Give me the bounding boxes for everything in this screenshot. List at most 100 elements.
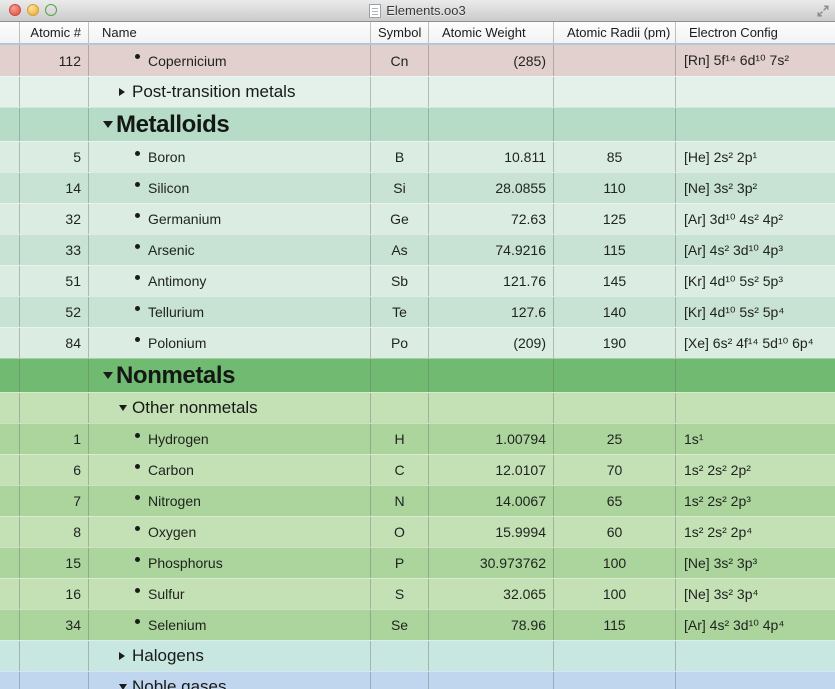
row-selenium[interactable]: 34SeleniumSe78.96115[Ar] 4s² 3d¹⁰ 4p⁴	[0, 609, 835, 640]
symbol-cell: Se	[371, 610, 429, 640]
atomic-number-cell: 16	[20, 579, 89, 609]
electron-config-cell: [Kr] 4d¹⁰ 5s² 5p³	[676, 266, 835, 296]
row-carbon[interactable]: 6CarbonC12.0107701s² 2s² 2p²	[0, 454, 835, 485]
row-sulfur[interactable]: 16SulfurS32.065100[Ne] 3s² 3p⁴	[0, 578, 835, 609]
atomic-radius-cell: 145	[554, 266, 676, 296]
atomic-number-cell	[20, 393, 89, 423]
atomic-weight-cell: 74.9216	[429, 235, 554, 265]
atomic-radius-cell: 190	[554, 328, 676, 358]
disclosure-expanded-icon[interactable]	[103, 121, 116, 128]
column-header-atomic-number[interactable]: Atomic #	[20, 22, 89, 43]
name-cell: Hydrogen	[89, 424, 371, 454]
disclosure-collapsed-icon[interactable]	[119, 88, 132, 96]
atomic-weight-cell: 12.0107	[429, 455, 554, 485]
row-gutter	[0, 108, 20, 141]
atomic-radius-cell: 125	[554, 204, 676, 234]
item-bullet-icon[interactable]	[135, 592, 148, 597]
disclosure-collapsed-icon[interactable]	[119, 652, 132, 660]
item-bullet-icon[interactable]	[135, 341, 148, 346]
disclosure-expanded-icon[interactable]	[119, 405, 132, 411]
row-post-transition-metals[interactable]: Post-transition metals	[0, 76, 835, 107]
row-label: Antimony	[148, 273, 206, 289]
column-header-atomic-weight[interactable]: Atomic Weight	[429, 22, 554, 43]
item-bullet-icon[interactable]	[135, 468, 148, 473]
item-bullet-icon[interactable]	[135, 155, 148, 160]
name-cell: Halogens	[89, 641, 371, 671]
electron-config-cell	[676, 108, 835, 141]
item-bullet-icon[interactable]	[135, 248, 148, 253]
disclosure-expanded-icon[interactable]	[103, 372, 116, 379]
row-germanium[interactable]: 32GermaniumGe72.63125[Ar] 3d¹⁰ 4s² 4p²	[0, 203, 835, 234]
window-title: Elements.oo3	[386, 3, 466, 18]
row-nonmetals[interactable]: Nonmetals	[0, 358, 835, 392]
row-label: Halogens	[132, 646, 204, 666]
name-cell: Nitrogen	[89, 486, 371, 516]
atomic-number-cell: 34	[20, 610, 89, 640]
row-boron[interactable]: 5BoronB10.81185[He] 2s² 2p¹	[0, 141, 835, 172]
item-bullet-icon[interactable]	[135, 623, 148, 628]
item-bullet-icon[interactable]	[135, 561, 148, 566]
atomic-radius-cell: 110	[554, 173, 676, 203]
symbol-cell	[371, 108, 429, 141]
name-cell: Sulfur	[89, 579, 371, 609]
row-label: Selenium	[148, 617, 206, 633]
column-header-electron-config[interactable]: Electron Config	[676, 22, 835, 43]
item-bullet-icon[interactable]	[135, 310, 148, 315]
row-phosphorus[interactable]: 15PhosphorusP30.973762100[Ne] 3s² 3p³	[0, 547, 835, 578]
name-cell: Boron	[89, 142, 371, 172]
atomic-number-cell	[20, 77, 89, 107]
atomic-radius-cell: 100	[554, 579, 676, 609]
item-bullet-icon[interactable]	[135, 279, 148, 284]
item-bullet-icon[interactable]	[135, 217, 148, 222]
name-cell: Oxygen	[89, 517, 371, 547]
row-gutter	[0, 142, 20, 172]
row-noble-gases[interactable]: Noble gases	[0, 671, 835, 689]
close-button[interactable]	[9, 4, 21, 16]
row-oxygen[interactable]: 8OxygenO15.9994601s² 2s² 2p⁴	[0, 516, 835, 547]
disclosure-expanded-icon[interactable]	[119, 684, 132, 689]
minimize-button[interactable]	[27, 4, 39, 16]
row-label: Oxygen	[148, 524, 196, 540]
row-label: Tellurium	[148, 304, 204, 320]
atomic-weight-cell: 15.9994	[429, 517, 554, 547]
atomic-weight-cell: 72.63	[429, 204, 554, 234]
row-label: Metalloids	[116, 111, 229, 139]
symbol-cell	[371, 77, 429, 107]
row-gutter	[0, 393, 20, 423]
row-metalloids[interactable]: Metalloids	[0, 107, 835, 141]
atomic-weight-cell: 14.0067	[429, 486, 554, 516]
electron-config-cell: [Ar] 4s² 3d¹⁰ 4p³	[676, 235, 835, 265]
item-bullet-icon[interactable]	[135, 437, 148, 442]
atomic-number-cell: 112	[20, 45, 89, 76]
symbol-cell: N	[371, 486, 429, 516]
column-header-atomic-radii[interactable]: Atomic Radii (pm)	[554, 22, 676, 43]
fullscreen-icon[interactable]	[816, 4, 830, 18]
column-header-name[interactable]: Name	[89, 22, 371, 43]
atomic-weight-cell: (209)	[429, 328, 554, 358]
item-bullet-icon[interactable]	[135, 499, 148, 504]
item-bullet-icon[interactable]	[135, 186, 148, 191]
atomic-weight-cell: 1.00794	[429, 424, 554, 454]
row-antimony[interactable]: 51AntimonySb121.76145[Kr] 4d¹⁰ 5s² 5p³	[0, 265, 835, 296]
zoom-button[interactable]	[45, 4, 57, 16]
atomic-radius-cell	[554, 359, 676, 392]
row-tellurium[interactable]: 52TelluriumTe127.6140[Kr] 4d¹⁰ 5s² 5p⁴	[0, 296, 835, 327]
name-cell: Noble gases	[89, 672, 371, 689]
row-label: Boron	[148, 149, 185, 165]
row-hydrogen[interactable]: 1HydrogenH1.00794251s¹	[0, 423, 835, 454]
item-bullet-icon[interactable]	[135, 530, 148, 535]
symbol-cell	[371, 359, 429, 392]
row-gutter	[0, 266, 20, 296]
row-other-nonmetals[interactable]: Other nonmetals	[0, 392, 835, 423]
column-header-symbol[interactable]: Symbol	[371, 22, 429, 43]
row-polonium[interactable]: 84PoloniumPo(209)190[Xe] 6s² 4f¹⁴ 5d¹⁰ 6…	[0, 327, 835, 358]
row-arsenic[interactable]: 33ArsenicAs74.9216115[Ar] 4s² 3d¹⁰ 4p³	[0, 234, 835, 265]
row-copernicium[interactable]: 112CoperniciumCn(285)[Rn] 5f¹⁴ 6d¹⁰ 7s²	[0, 45, 835, 76]
row-halogens[interactable]: Halogens	[0, 640, 835, 671]
atomic-weight-cell	[429, 108, 554, 141]
symbol-cell: P	[371, 548, 429, 578]
item-bullet-icon[interactable]	[135, 58, 148, 63]
row-nitrogen[interactable]: 7NitrogenN14.0067651s² 2s² 2p³	[0, 485, 835, 516]
symbol-cell: H	[371, 424, 429, 454]
row-silicon[interactable]: 14SiliconSi28.0855110[Ne] 3s² 3p²	[0, 172, 835, 203]
